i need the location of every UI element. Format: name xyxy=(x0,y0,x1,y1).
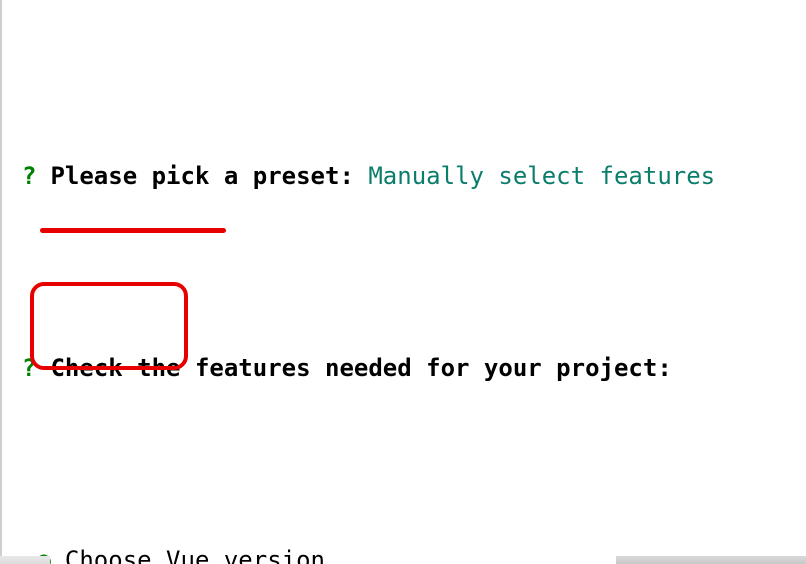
horizontal-scrollbar[interactable] xyxy=(0,556,50,564)
features-prompt-row: ? Check the features needed for your pro… xyxy=(22,344,806,392)
preset-prompt-label: Please pick a preset: xyxy=(50,162,353,190)
horizontal-scrollbar[interactable] xyxy=(616,556,806,564)
feature-label: Choose Vue version xyxy=(65,546,325,564)
preset-selected-value: Manually select features xyxy=(368,162,715,190)
question-mark-icon: ? xyxy=(22,152,36,200)
question-mark-icon: ? xyxy=(22,344,36,392)
features-prompt-label: Check the features needed for your proje… xyxy=(50,354,671,382)
preset-prompt-row: ? Please pick a preset: Manually select … xyxy=(22,152,806,200)
terminal-output: ? Please pick a preset: Manually select … xyxy=(2,0,806,564)
